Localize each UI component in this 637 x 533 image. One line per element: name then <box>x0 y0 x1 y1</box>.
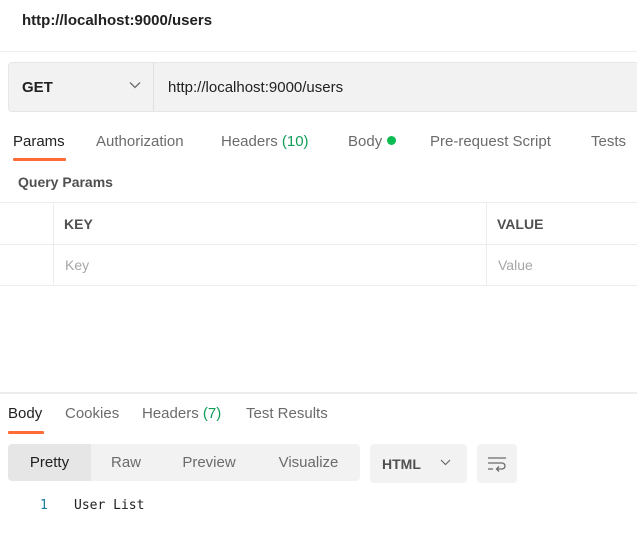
query-params-table: KEY VALUE Key Value <box>0 202 637 286</box>
table-row: Key Value <box>0 244 637 286</box>
query-params-label: Query Params <box>18 174 113 190</box>
chevron-down-icon <box>440 459 451 466</box>
tab-pre-request-script[interactable]: Pre-request Script <box>430 133 551 150</box>
response-divider[interactable] <box>0 392 637 394</box>
response-tab-headers[interactable]: Headers (7) <box>142 405 221 422</box>
wrap-lines-icon <box>488 456 506 472</box>
response-tab-cookies[interactable]: Cookies <box>65 405 119 422</box>
format-select[interactable]: HTML <box>370 444 467 483</box>
body-indicator-dot <box>387 136 397 145</box>
key-input[interactable]: Key <box>65 245 475 285</box>
value-input[interactable]: Value <box>498 245 637 285</box>
url-bar: GET http://localhost:9000/users <box>8 62 637 112</box>
table-header-row: KEY VALUE <box>0 202 637 244</box>
view-mode-pretty[interactable]: Pretty <box>8 444 91 481</box>
active-tab-indicator <box>13 158 66 161</box>
tab-body[interactable]: Body <box>348 133 397 150</box>
view-mode-visualize[interactable]: Visualize <box>257 444 360 481</box>
active-response-tab-indicator <box>8 431 44 434</box>
column-header-value: VALUE <box>497 215 544 232</box>
method-select[interactable]: GET <box>9 63 154 111</box>
response-tab-body[interactable]: Body <box>8 405 42 422</box>
wrap-lines-button[interactable] <box>477 444 517 483</box>
view-mode-preview[interactable]: Preview <box>161 444 257 481</box>
divider <box>0 51 637 52</box>
tab-tests[interactable]: Tests <box>591 133 626 150</box>
view-mode-selector: Pretty Raw Preview Visualize <box>8 444 360 481</box>
format-label: HTML <box>382 455 421 472</box>
request-title: http://localhost:9000/users <box>22 12 213 29</box>
chevron-down-icon <box>129 82 141 89</box>
line-content: User List <box>74 498 145 513</box>
response-tab-test-results[interactable]: Test Results <box>246 405 328 422</box>
response-headers-count: (7) <box>202 405 222 422</box>
column-header-key: KEY <box>64 215 93 232</box>
view-mode-raw[interactable]: Raw <box>91 444 161 481</box>
method-label: GET <box>22 78 53 96</box>
tab-params[interactable]: Params <box>13 133 65 150</box>
tab-headers[interactable]: Headers (10) <box>221 133 309 150</box>
tab-authorization[interactable]: Authorization <box>96 133 184 150</box>
url-input[interactable]: http://localhost:9000/users <box>154 63 637 111</box>
headers-count: (10) <box>281 133 309 150</box>
line-number: 1 <box>40 498 48 513</box>
